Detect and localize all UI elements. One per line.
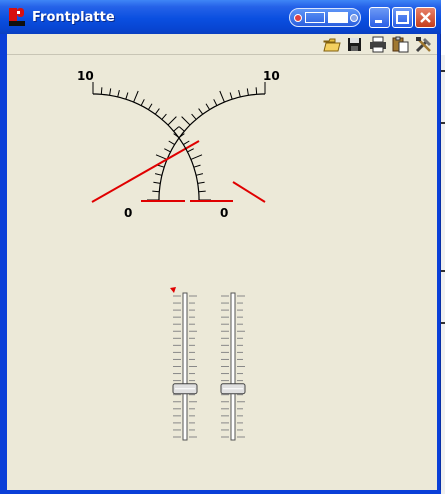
background-window-edge [441,55,445,494]
window-frame: Frontplatte [0,0,441,494]
background-marker [441,122,445,124]
print-icon[interactable] [369,36,387,53]
title-bar[interactable]: Frontplatte [0,0,441,34]
maximize-icon [396,11,409,24]
front-panel [7,55,437,490]
paste-clipboard-icon[interactable] [392,36,410,53]
background-marker [441,70,445,72]
window-bottom-border [0,490,441,494]
save-disk-icon[interactable] [346,36,364,53]
slider-left-track[interactable] [182,292,188,441]
slider-right-track[interactable] [230,292,236,441]
maximize-button[interactable] [392,7,413,28]
close-icon [420,12,431,23]
gauge-right-max-label: 10 [263,69,280,83]
gauge-left-min-label: 0 [124,206,133,220]
record-icon[interactable] [294,14,302,22]
close-button[interactable] [415,7,436,28]
tools-icon[interactable] [415,36,433,53]
window-tile-icon[interactable] [328,12,348,23]
open-folder-icon[interactable] [323,36,341,53]
background-marker [441,322,445,324]
minimize-button[interactable] [369,7,390,28]
toolbar [7,34,437,55]
gauge-right-min-label: 0 [220,206,229,220]
gauge-left-max-label: 10 [77,69,94,83]
minimize-icon [375,20,382,23]
window-title: Frontplatte [32,10,115,25]
background-marker [441,270,445,272]
window-arrange-icon[interactable] [305,12,325,23]
pin-icon[interactable] [350,14,358,22]
titlebar-extra-controls[interactable] [289,8,361,27]
app-logo-icon [9,8,25,26]
